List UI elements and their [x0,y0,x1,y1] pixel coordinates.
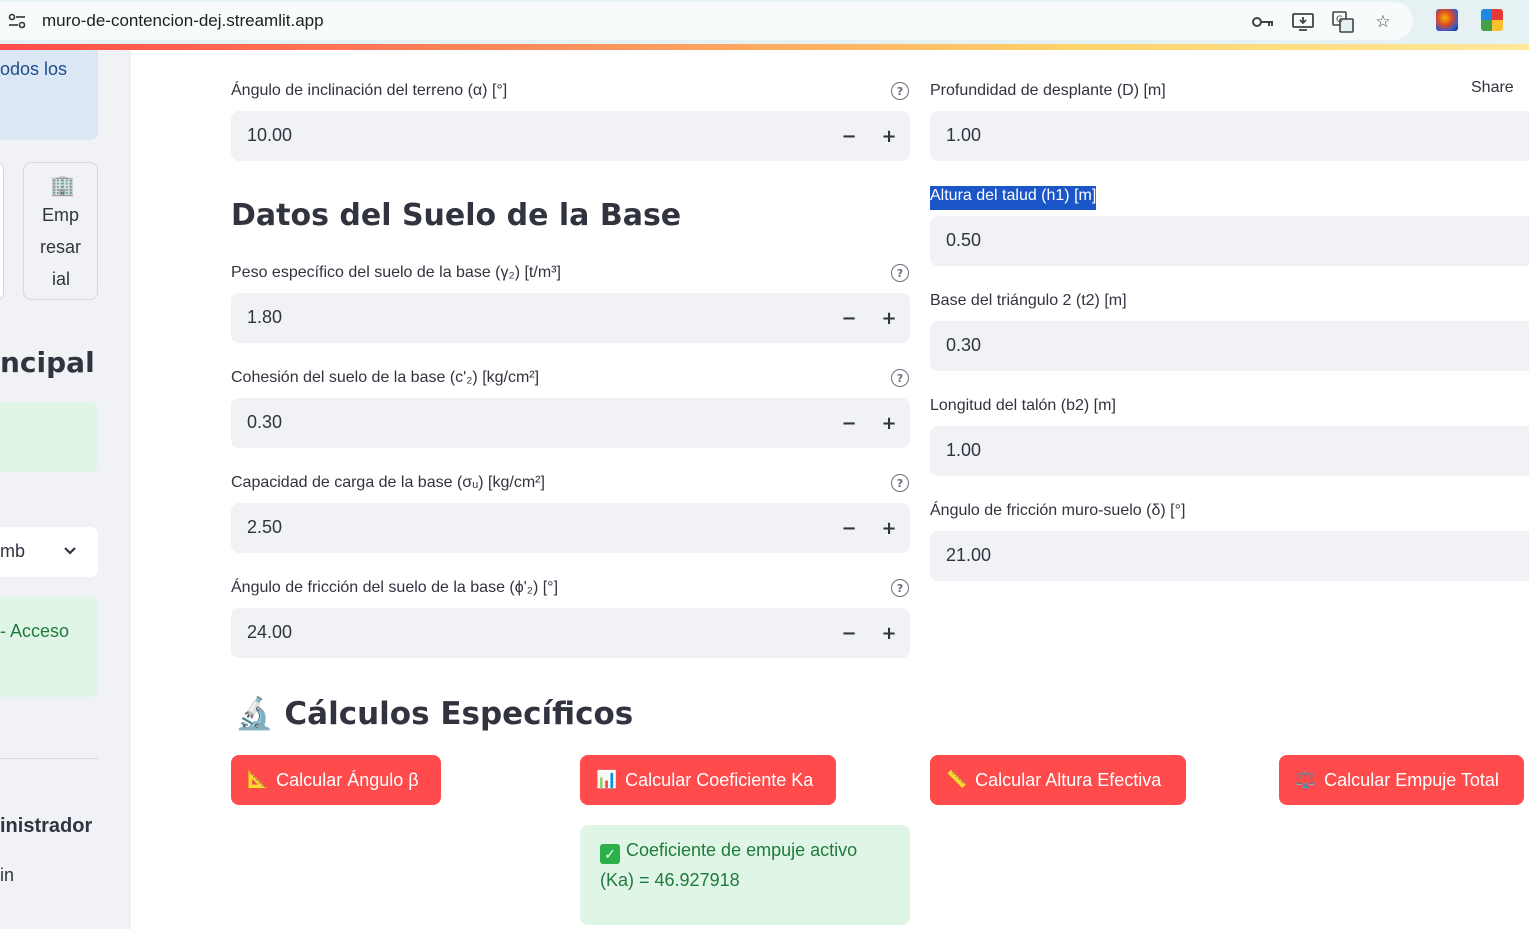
label-D: Profundidad de desplante (D) [m] [930,82,1166,99]
bar-chart-icon: 📊 [596,770,618,789]
calc-total-thrust-button[interactable]: ⚖️ Calcular Empuje Total [1279,755,1524,805]
sidebar-admin-heading: inistrador [0,815,93,837]
increment-button[interactable]: + [875,305,903,331]
label-alpha: Ángulo de inclinación del terreno (α) [°… [231,82,508,99]
label-b2: Longitud del talón (b2) [m] [930,397,1116,414]
calc-effective-height-button[interactable]: 📏 Calcular Altura Efectiva [930,755,1186,805]
browser-toolbar: muro-de-contencion-dej.streamlit.app G ☆ [0,0,1529,44]
sidebar-section-heading: ncipal [0,346,95,379]
bookmark-star-icon[interactable]: ☆ [1371,10,1395,34]
input-b2-value[interactable]: 1.00 [946,440,981,461]
calculations-title: Cálculos Específicos [284,696,634,732]
decrement-button[interactable]: − [835,515,863,541]
triangle-ruler-icon: 📐 [247,770,269,789]
calc-effective-height-label: Calcular Altura Efectiva [975,769,1162,790]
building-icon: 🏢 [50,175,75,197]
scale-icon: ⚖️ [1295,770,1317,789]
sidebar-select[interactable]: mb [0,527,98,577]
label-delta: Ángulo de fricción muro-suelo (δ) [°] [930,502,1186,519]
sidebar-select-value: mb [0,541,26,561]
ka-result-line1: Coeficiente de empuje activo [626,840,858,860]
sidebar-info-text: odos los [0,59,68,79]
ruler-icon: 📏 [946,770,968,789]
extension-icon[interactable] [1436,9,1458,31]
input-delta[interactable]: 21.00 [930,531,1529,581]
chevron-down-icon [62,539,78,566]
decrement-button[interactable]: − [835,123,863,149]
help-icon[interactable]: ? [891,82,909,100]
input-gamma2[interactable]: 1.80 − + [231,293,910,343]
input-delta-value[interactable]: 21.00 [946,545,991,566]
input-sigma[interactable]: 2.50 − + [231,503,910,553]
label-c2: Cohesión del suelo de la base (c'₂) [kg/… [231,369,540,386]
calc-ka-button[interactable]: 📊 Calcular Coeficiente Ka [580,755,836,805]
help-icon[interactable]: ? [891,579,909,597]
site-settings-icon[interactable] [4,10,30,32]
card-line-1: Emp [42,205,80,225]
url-text[interactable]: muro-de-contencion-dej.streamlit.app [42,11,324,31]
sidebar: odos los 🏢 Emp resar ial ncipal mb - Acc… [0,50,131,929]
input-gamma2-value[interactable]: 1.80 [247,307,282,328]
decrement-button[interactable]: − [835,410,863,436]
password-key-icon[interactable] [1251,10,1275,34]
sidebar-access-text: - Acceso [0,621,70,641]
input-phi2[interactable]: 24.00 − + [231,608,910,658]
increment-button[interactable]: + [875,515,903,541]
calc-angle-beta-button[interactable]: 📐 Calcular Ángulo β [231,755,441,805]
label-sigma: Capacidad de carga de la base (σᵤ) [kg/c… [231,474,545,491]
input-alpha[interactable]: 10.00 − + [231,111,910,161]
label-h1: Altura del talud (h1) [m] [930,186,1097,210]
input-t2[interactable]: 0.30 [930,321,1529,371]
decrement-button[interactable]: − [835,620,863,646]
translate-icon[interactable]: G [1331,10,1355,34]
input-sigma-value[interactable]: 2.50 [247,517,282,538]
microscope-icon: 🔬 [235,696,274,732]
input-alpha-value[interactable]: 10.00 [247,125,292,146]
input-phi2-value[interactable]: 24.00 [247,622,292,643]
sidebar-access-box: - Acceso [0,597,98,697]
calculations-heading: 🔬 Cálculos Específicos [235,695,633,732]
label-t2: Base del triángulo 2 (t2) [m] [930,292,1127,309]
section-title-base-soil: Datos del Suelo de la Base [231,198,682,233]
sidebar-info-box: odos los [0,50,98,140]
svg-text:G: G [1336,15,1343,25]
help-icon[interactable]: ? [891,264,909,282]
extension-colorful-icon[interactable] [1481,9,1503,31]
calc-angle-beta-label: Calcular Ángulo β [276,769,419,790]
input-h1-value[interactable]: 0.50 [946,230,981,251]
sidebar-card-empresarial[interactable]: 🏢 Emp resar ial [23,162,98,300]
address-bar[interactable]: muro-de-contencion-dej.streamlit.app G ☆ [0,2,1413,40]
decrement-button[interactable]: − [835,305,863,331]
help-icon[interactable]: ? [891,369,909,387]
sidebar-admin-sub: in [0,865,15,885]
calc-total-thrust-label: Calcular Empuje Total [1324,769,1499,790]
increment-button[interactable]: + [875,410,903,436]
increment-button[interactable]: + [875,620,903,646]
input-h1[interactable]: 0.50 [930,216,1529,266]
calc-ka-label: Calcular Coeficiente Ka [625,769,814,790]
input-t2-value[interactable]: 0.30 [946,335,981,356]
input-c2-value[interactable]: 0.30 [247,412,282,433]
card-line-2: resar [40,237,82,257]
install-app-icon[interactable] [1291,10,1315,34]
sidebar-success-box [0,402,98,472]
ka-result-line2: (Ka) = 46.927918 [600,870,740,890]
input-b2[interactable]: 1.00 [930,426,1529,476]
input-D[interactable]: 1.00 [930,111,1529,161]
input-c2[interactable]: 0.30 − + [231,398,910,448]
main-content: Share Ángulo de inclinación del terreno … [131,50,1529,929]
ka-result-alert: ✓ Coeficiente de empuje activo (Ka) = 46.… [580,825,910,925]
sidebar-card-left[interactable] [0,162,4,300]
input-D-value[interactable]: 1.00 [946,125,981,146]
label-phi2: Ángulo de fricción del suelo de la base … [231,579,559,596]
check-icon: ✓ [600,844,620,864]
help-icon[interactable]: ? [891,474,909,492]
label-gamma2: Peso específico del suelo de la base (γ₂… [231,264,561,281]
sidebar-divider [0,758,98,759]
share-button[interactable]: Share [1471,79,1514,97]
increment-button[interactable]: + [875,123,903,149]
card-line-3: ial [52,269,71,289]
